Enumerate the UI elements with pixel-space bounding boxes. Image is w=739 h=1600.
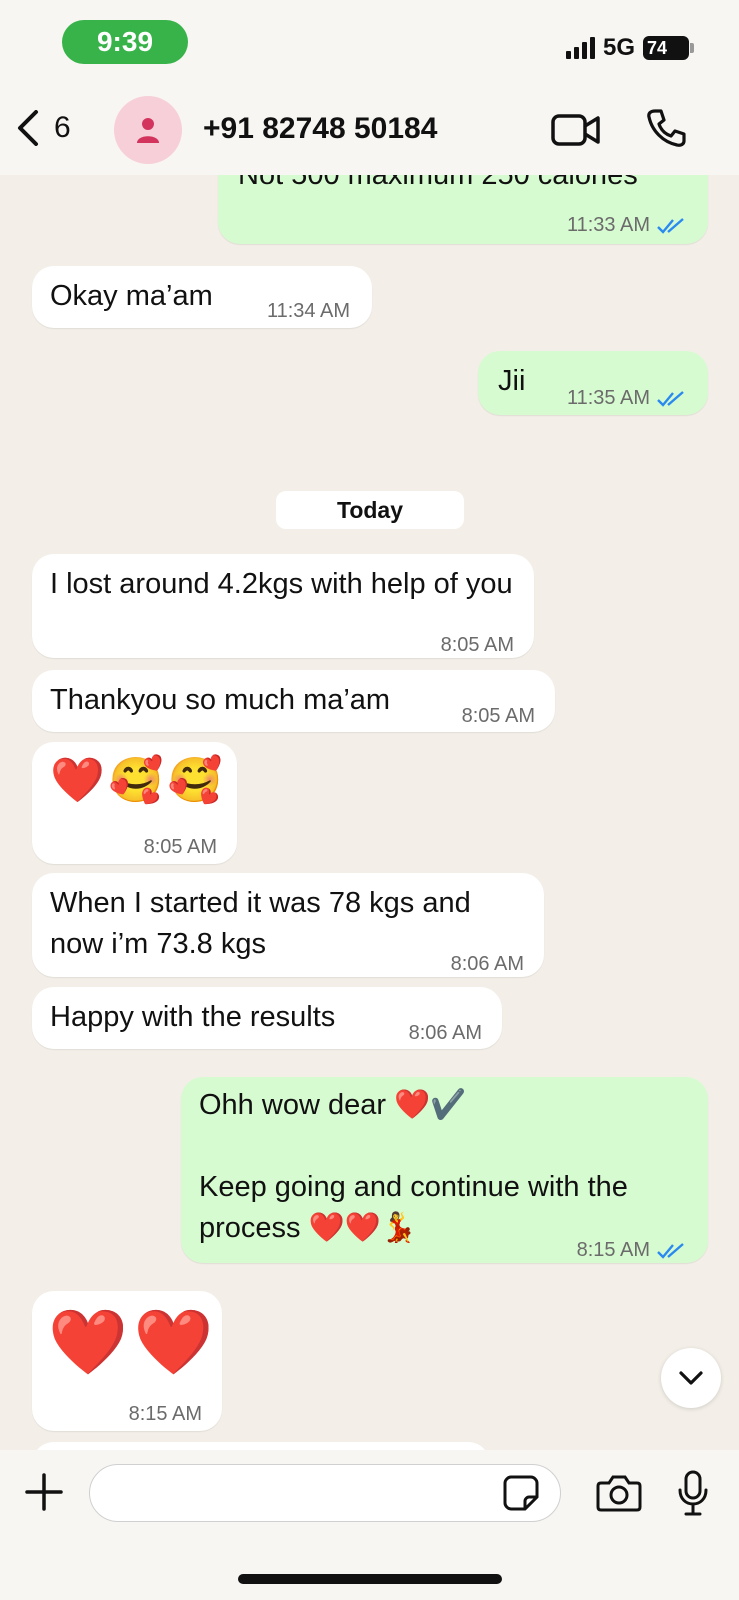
sticker-icon [503,1475,539,1511]
read-ticks-icon [657,390,684,407]
message-text: ❤️❤️ [48,1306,220,1378]
message-time: 8:05 AM [143,836,217,858]
battery-level: 74 [647,38,668,58]
message-text: Okay ma’am [50,280,213,312]
message-time: 11:34 AM [266,300,350,322]
voice-call-button[interactable] [646,108,686,153]
message-bubble-outgoing[interactable]: Ohh wow dear ❤️✔️ Keep going and continu… [181,1077,708,1263]
read-ticks-icon [657,1242,684,1259]
status-time: 9:39 [62,20,188,64]
camera-icon [596,1475,642,1512]
message-text: Thankyou so much ma’am [50,684,391,716]
message-text: ❤️🥰🥰 [50,756,227,805]
signal-icon [565,37,595,59]
message-bubble-incoming-partial[interactable] [32,1442,490,1450]
battery-icon: 74 [643,36,694,60]
home-indicator [238,1574,502,1584]
message-time: 8:15 AM [577,1230,686,1271]
video-call-button[interactable] [551,112,601,153]
message-text: Jii [498,365,526,397]
message-bubble-incoming[interactable]: ❤️❤️ 8:15 AM [32,1291,222,1431]
back-button[interactable]: 6 [16,110,71,146]
phone-icon [647,109,686,147]
message-time: 8:15 AM [128,1403,202,1425]
message-bubble-incoming[interactable]: I lost around 4.2kgs with help of you 8:… [32,554,534,658]
message-bubble-incoming[interactable]: When I started it was 78 kgs and now i’m… [32,873,544,977]
camera-button[interactable] [596,1474,642,1517]
message-time: 11:33 AM [567,205,686,246]
status-indicators: 5G 74 [565,34,694,62]
plus-icon [25,1473,63,1511]
chat-area[interactable]: Not 500 maximum 250 calories 11:33 AM Ok… [0,140,739,1450]
message-bubble-incoming[interactable]: Happy with the results 8:06 AM [32,987,502,1049]
chevron-left-icon [18,110,38,146]
microphone-icon [678,1470,708,1516]
unread-count: 6 [54,111,71,144]
scroll-to-bottom-button[interactable] [661,1348,721,1408]
sticker-button[interactable] [503,1475,539,1516]
microphone-button[interactable] [676,1470,710,1521]
avatar[interactable] [114,96,182,164]
person-icon [137,118,159,143]
message-bubble-outgoing[interactable]: Jii 11:35 AM [478,351,708,415]
day-divider: Today [276,491,464,529]
video-camera-icon [551,114,600,146]
network-type: 5G [602,34,635,61]
chevron-down-icon [679,1371,703,1385]
message-time: 8:06 AM [408,1022,482,1044]
message-text: I lost around 4.2kgs with help of you [50,568,513,600]
read-ticks-icon [657,217,684,234]
message-time: 11:35 AM [567,378,686,419]
message-input[interactable] [89,1464,561,1522]
contact-name[interactable]: +91 82748 50184 [203,112,437,146]
attach-button[interactable] [24,1472,64,1517]
message-time: 8:05 AM [461,705,535,727]
message-bubble-incoming[interactable]: ❤️🥰🥰 8:05 AM [32,742,237,864]
message-text: Ohh wow dear ❤️✔️ Keep going and continu… [199,1089,628,1244]
top-bar: 9:39 5G 74 6 +91 82748 50184 [0,0,739,175]
message-text: Happy with the results [50,1001,336,1033]
message-time: 8:06 AM [450,953,524,975]
message-time: 8:05 AM [440,634,514,656]
message-bubble-incoming[interactable]: Okay ma’am 11:34 AM [32,266,372,328]
message-bubble-incoming[interactable]: Thankyou so much ma’am 8:05 AM [32,670,555,732]
